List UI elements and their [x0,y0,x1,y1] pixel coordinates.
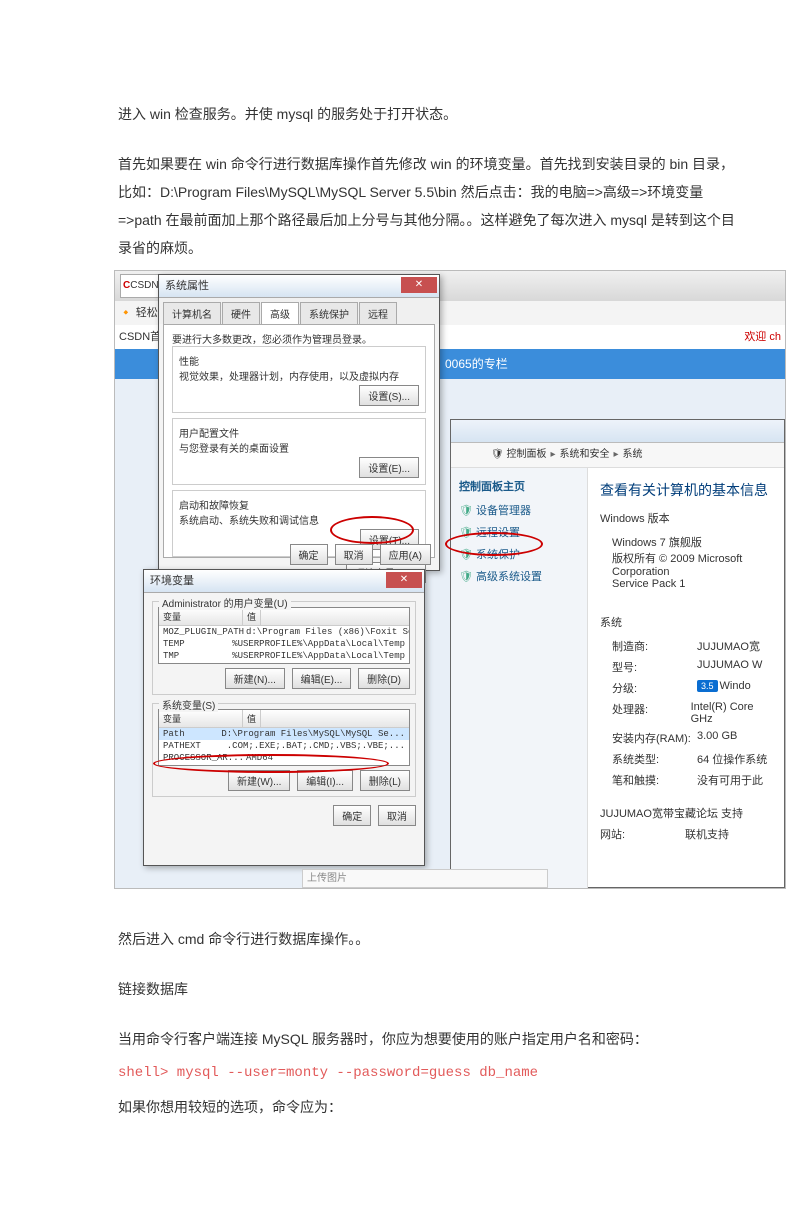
breadcrumb[interactable]: 🛡 控制面板▸系统和安全▸系统 [451,443,784,468]
sys-vars-group: 系统变量(S) 变量值 PathD:\Program Files\MySQL\M… [152,703,416,797]
env-vars-dialog: 环境变量 ✕ Administrator 的用户变量(U) 变量值 MOZ_PL… [143,569,425,866]
user-vars-label: Administrator 的用户变量(U) [159,595,291,610]
perf-desc: 视觉效果，处理器计划，内存使用，以及虚拟内存 [179,368,419,383]
welcome-text: 欢迎 ch [744,325,781,349]
table-row[interactable]: PROCESSOR_ID...Intel64 Family 6 Model 23… [159,764,409,766]
profile-desc: 与您登录有关的桌面设置 [179,440,419,455]
apply-button[interactable]: 应用(A) [380,544,431,565]
perf-title: 性能 [179,353,419,368]
table-row[interactable]: TEMP%USERPROFILE%\AppData\Local\Temp [159,638,409,650]
windows-version: Windows 7 旗舰版 [612,534,772,550]
tab-computer-name[interactable]: 计算机名 [163,302,221,324]
paragraph-5: 当用命令行客户端连接 MySQL 服务器时，你应为想要使用的账户指定用户名和密码… [118,1025,743,1053]
profile-title: 用户配置文件 [179,425,419,440]
close-icon[interactable]: ✕ [401,277,437,293]
row-model: 型号:JUJUMAO W [612,659,772,675]
sys-vars-table[interactable]: 变量值 PathD:\Program Files\MySQL\MySQL Se.… [158,709,410,766]
delete-button[interactable]: 删除(L) [360,770,410,791]
delete-button[interactable]: 删除(D) [358,668,410,689]
new-button[interactable]: 新建(W)... [228,770,290,791]
paragraph-2: 首先如果要在 win 命令行进行数据库操作首先修改 win 的环境变量。首先找到… [118,150,743,262]
edit-button[interactable]: 编辑(I)... [297,770,353,791]
cancel-button[interactable]: 取消 [378,805,416,826]
control-panel-window: 🛡 控制面板▸系统和安全▸系统 控制面板主页 🛡设备管理器 🛡远程设置 🛡系统保… [450,419,785,888]
table-row[interactable]: MOZ_PLUGIN_PATHd:\Program Files (x86)\Fo… [159,626,409,638]
col-name: 变量 [159,710,243,727]
row-manufacturer: 制造商:JUJUMAO宽 [612,638,772,654]
paragraph-6: 如果你想用较短的选项，命令应为： [118,1093,743,1121]
table-row[interactable]: PATHEXT.COM;.EXE;.BAT;.CMD;.VBS;.VBE;... [159,740,409,752]
table-row[interactable]: PathD:\Program Files\MySQL\MySQL Se... [159,728,409,740]
row-ram: 安装内存(RAM):3.00 GB [612,730,772,746]
blog-title: 0065的专栏 [445,355,508,372]
tab-hardware[interactable]: 硬件 [222,302,260,324]
admin-note: 要进行大多数更改，您必须作为管理员登录。 [172,331,426,346]
paragraph-3: 然后进入 cmd 命令行进行数据库操作。。 [118,925,743,953]
profile-group: 用户配置文件 与您登录有关的桌面设置 设置(E)... [172,418,426,485]
row-website: 网站:联机支持 [600,826,772,842]
row-rating: 分级:3.5Windo [612,680,772,696]
close-icon[interactable]: ✕ [386,572,422,588]
edit-button[interactable]: 编辑(E)... [292,668,352,689]
new-button[interactable]: 新建(N)... [225,668,285,689]
row-touch: 笔和触摸:没有可用于此 [612,772,772,788]
sysprop-tabs: 计算机名 硬件 高级 系统保护 远程 [159,298,439,324]
paragraph-1: 进入 win 检查服务。并使 mysql 的服务处于打开状态。 [118,100,743,128]
table-row[interactable]: PROCESSOR_AR...AMD64 [159,752,409,764]
code-line-1: shell> mysql --user=monty --password=gue… [118,1059,743,1087]
link-online-support[interactable]: 联机支持 [685,826,729,842]
col-name: 变量 [159,608,243,625]
link-device-manager[interactable]: 🛡设备管理器 [459,502,579,518]
sysprop-title: 系统属性 [159,275,439,298]
col-value: 值 [243,710,261,727]
profile-settings-button[interactable]: 设置(E)... [359,457,419,478]
ok-button[interactable]: 确定 [333,805,371,826]
sys-vars-label: 系统变量(S) [159,697,218,712]
cp-titlebar [451,420,784,443]
service-pack: Service Pack 1 [612,578,772,590]
support-label: JUJUMAO宽带宝藏论坛 支持 [600,805,772,821]
paragraph-4: 链接数据库 [118,975,743,1003]
windows-edition-label: Windows 版本 [600,510,772,526]
table-row[interactable]: TMP%USERPROFILE%\AppData\Local\Temp [159,650,409,662]
cp-sidebar: 控制面板主页 🛡设备管理器 🛡远程设置 🛡系统保护 🛡高级系统设置 [451,468,588,888]
tab-advanced[interactable]: 高级 [261,302,299,324]
link-protection[interactable]: 🛡系统保护 [459,546,579,562]
cp-heading: 查看有关计算机的基本信息 [600,480,772,500]
startup-title: 启动和故障恢复 [179,497,419,512]
user-vars-group: Administrator 的用户变量(U) 变量值 MOZ_PLUGIN_PA… [152,601,416,695]
col-value: 值 [243,608,261,625]
screenshot-container: CCSDN. 🔸 轻松上手 CSDN首页 欢迎 ch 0065的专栏 系统属性 … [114,270,786,889]
sysprop-body: 要进行大多数更改，您必须作为管理员登录。 性能 视觉效果，处理器计划，内存使用，… [163,324,435,558]
cancel-button[interactable]: 取消 [335,544,373,565]
user-vars-table[interactable]: 变量值 MOZ_PLUGIN_PATHd:\Program Files (x86… [158,607,410,664]
copyright: 版权所有 © 2009 Microsoft Corporation [612,550,772,578]
perf-settings-button[interactable]: 设置(S)... [359,385,419,406]
tab-system-protection[interactable]: 系统保护 [300,302,358,324]
cp-main: 查看有关计算机的基本信息 Windows 版本 Windows 7 旗舰版 版权… [588,468,784,888]
performance-group: 性能 视觉效果，处理器计划，内存使用，以及虚拟内存 设置(S)... [172,346,426,413]
row-system-type: 系统类型:64 位操作系统 [612,751,772,767]
system-properties-dialog: 系统属性 ✕ 计算机名 硬件 高级 系统保护 远程 要进行大多数更改，您必须作为… [158,274,440,571]
cp-home[interactable]: 控制面板主页 [459,478,579,494]
link-advanced-settings[interactable]: 🛡高级系统设置 [459,568,579,584]
system-label: 系统 [600,614,772,630]
row-processor: 处理器:Intel(R) Core GHz [612,701,772,725]
env-title: 环境变量 [144,570,424,593]
startup-desc: 系统启动、系统失败和调试信息 [179,512,419,527]
ok-button[interactable]: 确定 [290,544,328,565]
link-remote[interactable]: 🛡远程设置 [459,524,579,540]
upload-label: 上传图片 [302,869,548,888]
tab-remote[interactable]: 远程 [359,302,397,324]
